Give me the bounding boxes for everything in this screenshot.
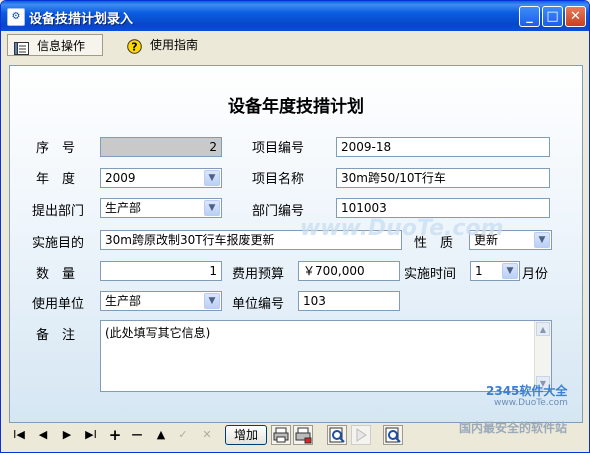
year-value: 2009 <box>105 171 136 185</box>
time-select[interactable]: 1 ▼ <box>470 261 520 281</box>
insert-record-icon[interactable]: + <box>105 425 125 445</box>
time-unit-label: 月份 <box>522 267 549 282</box>
post-record-icon[interactable]: ✓ <box>173 425 193 445</box>
purpose-label: 实施目的 <box>32 236 85 251</box>
seq-label: 序 号 <box>36 141 76 156</box>
menu-bar: 信息操作 ? 使用指南 <box>1 31 589 58</box>
chevron-down-icon[interactable]: ▼ <box>204 293 220 309</box>
form-icon <box>14 40 29 55</box>
budget-field[interactable]: ￥700,000 <box>298 261 400 281</box>
quantity-field[interactable]: 1 <box>100 261 222 281</box>
time-label: 实施时间 <box>404 267 457 282</box>
unit-no-field[interactable]: 103 <box>298 291 400 311</box>
edit-record-icon[interactable]: ▲ <box>151 425 171 445</box>
year-label: 年 度 <box>36 172 76 187</box>
chevron-down-icon[interactable]: ▼ <box>204 200 220 216</box>
menu-info-operation[interactable]: 信息操作 <box>7 34 103 56</box>
watermark-logo-text: 2345软件大全 <box>486 384 568 398</box>
close-button[interactable]: ✕ <box>565 6 586 27</box>
budget-label: 费用预算 <box>232 267 285 282</box>
remark-label: 备 注 <box>36 328 76 343</box>
chevron-down-icon[interactable]: ▼ <box>534 232 550 248</box>
watermark-logo-url: www.DuoTe.com <box>494 398 568 408</box>
scroll-up-icon[interactable]: ▲ <box>536 322 550 336</box>
preview-icon[interactable] <box>327 425 347 445</box>
svg-text:?: ? <box>131 41 137 54</box>
navigator-bar: I◀ ◀ ▶ ▶I + — ▲ ✓ ✕ 增加 国内最安全的软件站 <box>1 421 589 447</box>
last-record-icon[interactable]: ▶I <box>81 425 101 445</box>
dept-label: 提出部门 <box>32 204 85 219</box>
remark-value: (此处填写其它信息) <box>105 326 211 340</box>
prev-record-icon[interactable]: ◀ <box>33 425 53 445</box>
form-title: 设备年度技措计划 <box>228 97 364 117</box>
dept-select[interactable]: 生产部 ▼ <box>100 198 222 218</box>
first-record-icon[interactable]: I◀ <box>9 425 29 445</box>
print-icon[interactable] <box>271 425 291 445</box>
project-name-label: 项目名称 <box>252 172 305 187</box>
time-value: 1 <box>475 264 483 278</box>
dept-value: 生产部 <box>105 201 142 215</box>
dept-no-field[interactable]: 101003 <box>336 198 550 218</box>
main-window: ⚙ 设备技措计划录入 _ □ ✕ 信息操作 ? 使用指南 设备年度技措计划 序 … <box>0 0 590 453</box>
form-panel: 设备年度技措计划 序 号 2 年 度 2009 ▼ 提出部门 生产部 ▼ 实施目… <box>9 65 583 423</box>
window-title: 设备技措计划录入 <box>29 12 134 27</box>
delete-record-icon[interactable]: — <box>127 425 147 445</box>
play-icon[interactable] <box>351 425 371 445</box>
watermark-site: www.DuoTe.com <box>300 216 504 241</box>
menu-help-guide-label: 使用指南 <box>150 38 199 52</box>
project-no-label: 项目编号 <box>252 141 305 156</box>
menu-info-operation-label: 信息操作 <box>37 39 86 53</box>
print-setup-icon[interactable] <box>293 425 313 445</box>
user-unit-label: 使用单位 <box>32 297 85 312</box>
watermark-slogan: 国内最安全的软件站 <box>459 421 568 435</box>
add-button[interactable]: 增加 <box>225 425 267 445</box>
unit-no-label: 单位编号 <box>232 297 285 312</box>
project-no-field[interactable]: 2009-18 <box>336 137 550 157</box>
scrollbar[interactable]: ▲ ▼ <box>534 321 551 391</box>
minimize-button[interactable]: _ <box>519 6 540 27</box>
year-select[interactable]: 2009 ▼ <box>100 168 222 188</box>
maximize-button[interactable]: □ <box>542 6 563 27</box>
menu-help-guide[interactable]: ? 使用指南 <box>121 34 217 56</box>
dept-no-label: 部门编号 <box>252 204 305 219</box>
chevron-down-icon[interactable]: ▼ <box>204 170 220 186</box>
chevron-down-icon[interactable]: ▼ <box>502 263 518 279</box>
user-unit-select[interactable]: 生产部 ▼ <box>100 291 222 311</box>
seq-field: 2 <box>100 137 222 157</box>
title-bar[interactable]: ⚙ 设备技措计划录入 _ □ ✕ <box>1 1 589 31</box>
cancel-record-icon[interactable]: ✕ <box>197 425 217 445</box>
quantity-label: 数 量 <box>36 267 76 282</box>
help-icon: ? <box>127 39 142 54</box>
app-icon: ⚙ <box>7 8 25 26</box>
find-icon[interactable] <box>383 425 403 445</box>
remark-textarea[interactable]: (此处填写其它信息) ▲ ▼ <box>100 320 552 392</box>
user-unit-value: 生产部 <box>105 294 142 308</box>
next-record-icon[interactable]: ▶ <box>57 425 77 445</box>
project-name-field[interactable]: 30m跨50/10T行车 <box>336 168 550 188</box>
